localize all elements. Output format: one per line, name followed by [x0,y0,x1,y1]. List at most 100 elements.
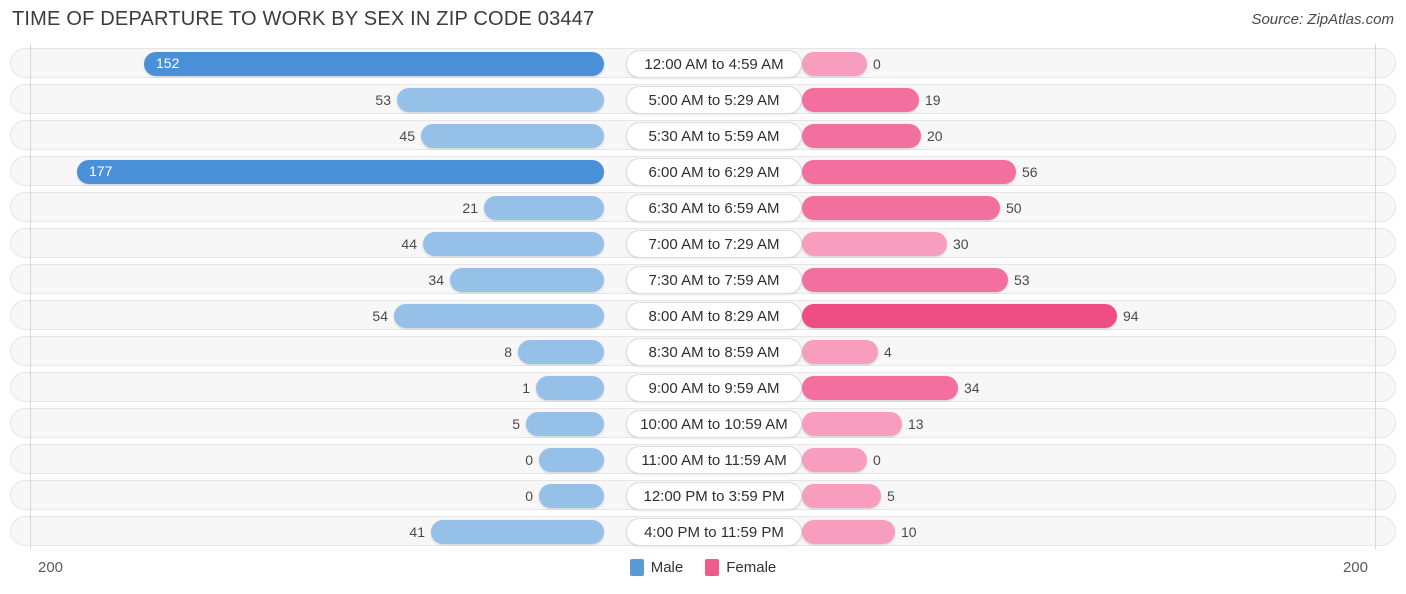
category-label: 5:00 AM to 5:29 AM [648,91,780,109]
male-bar[interactable] [423,232,604,256]
axis-line-left [30,44,31,549]
male-bar[interactable] [431,520,604,544]
chart-row: 152 0 12:00 AM to 4:59 AM [10,48,1396,78]
male-value-label: 44 [401,236,417,252]
category-label: 7:30 AM to 7:59 AM [648,271,780,289]
male-bar-group: 34 [428,268,604,292]
male-bar[interactable] [397,88,604,112]
category-label: 6:30 AM to 6:59 AM [648,199,780,217]
chart-legend: Male Female [0,559,1406,576]
male-bar[interactable] [536,376,604,400]
male-value-label: 5 [512,416,520,432]
male-bar[interactable] [394,304,604,328]
female-bar[interactable] [802,412,902,436]
male-bar[interactable]: 177 [77,160,604,184]
female-bar[interactable] [802,88,919,112]
female-bar-group: 56 [802,160,1038,184]
chart-footer: 200 200 Male Female [0,549,1406,594]
chart-row: 5 13 10:00 AM to 10:59 AM [10,408,1396,438]
female-bar-group: 0 [802,448,881,472]
male-value-label: 177 [89,163,113,179]
category-label: 5:30 AM to 5:59 AM [648,127,780,145]
legend-item[interactable]: Female [705,559,776,576]
legend-swatch-icon [629,559,644,576]
male-bar-group: 5 [512,412,604,436]
female-bar[interactable] [802,520,895,544]
male-value-holder: 53 [337,88,397,112]
female-bar-group: 50 [802,196,1022,220]
male-bar[interactable] [484,196,604,220]
male-value-holder: 44 [363,232,423,256]
plot-area: 152 0 12:00 AM to 4:59 AM 53 19 5:00 AM to 5:… [0,44,1406,549]
female-value-holder: 10 [895,520,955,544]
category-label-pill: 4:00 PM to 11:59 PM [626,518,802,546]
legend-item[interactable]: Male [629,559,684,576]
legend-label: Male [650,559,684,576]
chart-row: 8 4 8:30 AM to 8:59 AM [10,336,1396,366]
chart-header: TIME OF DEPARTURE TO WORK BY SEX IN ZIP … [0,0,1406,44]
female-bar[interactable] [802,376,958,400]
female-bar-group: 20 [802,124,943,148]
male-value-holder: 1 [476,376,536,400]
male-bar-group: 54 [372,304,604,328]
female-value-label: 30 [953,236,969,252]
male-bar-group: 44 [401,232,604,256]
female-bar[interactable] [802,268,1008,292]
male-bar-group: 0 [525,484,604,508]
chart-row: 177 56 6:00 AM to 6:29 AM [10,156,1396,186]
male-bar[interactable] [450,268,604,292]
male-value-holder: 41 [371,520,431,544]
male-bar[interactable] [421,124,604,148]
female-value-label: 0 [873,56,881,72]
male-bar[interactable] [518,340,604,364]
female-bar[interactable] [802,124,921,148]
category-label-pill: 10:00 AM to 10:59 AM [626,410,802,438]
female-value-label: 5 [887,488,895,504]
female-value-holder: 20 [921,124,981,148]
male-bar[interactable]: 152 [144,52,604,76]
male-bar-group: 8 [504,340,604,364]
female-value-holder: 4 [878,340,938,364]
chart-row: 0 0 11:00 AM to 11:59 AM [10,444,1396,474]
female-bar[interactable] [802,304,1117,328]
female-value-holder: 13 [902,412,962,436]
male-value-holder: 8 [458,340,518,364]
male-bar-group: 21 [462,196,604,220]
female-bar-group: 34 [802,376,980,400]
male-bar[interactable] [539,448,604,472]
male-value-holder: 5 [466,412,526,436]
male-value-label: 45 [399,128,415,144]
female-bar-group: 4 [802,340,892,364]
female-bar[interactable] [802,232,947,256]
chart-row: 21 50 6:30 AM to 6:59 AM [10,192,1396,222]
category-label: 8:30 AM to 8:59 AM [648,343,780,361]
chart-root: TIME OF DEPARTURE TO WORK BY SEX IN ZIP … [0,0,1406,594]
male-bar[interactable] [539,484,604,508]
category-label-pill: 5:30 AM to 5:59 AM [626,122,802,150]
category-label-pill: 11:00 AM to 11:59 AM [626,446,802,474]
female-value-label: 19 [925,92,941,108]
female-value-label: 0 [873,452,881,468]
category-label: 4:00 PM to 11:59 PM [644,523,784,541]
chart-row: 54 94 8:00 AM to 8:29 AM [10,300,1396,330]
female-bar[interactable] [802,484,881,508]
female-value-label: 13 [908,416,924,432]
chart-row: 45 20 5:30 AM to 5:59 AM [10,120,1396,150]
female-bar[interactable] [802,52,867,76]
female-bar-group: 13 [802,412,924,436]
female-bar[interactable] [802,340,878,364]
female-bar[interactable] [802,448,867,472]
female-value-holder: 94 [1117,304,1177,328]
male-bar[interactable] [526,412,604,436]
female-bar[interactable] [802,196,1000,220]
male-bar-group: 0 [525,448,604,472]
male-value-holder: 21 [424,196,484,220]
female-bar[interactable] [802,160,1016,184]
male-value-holder: 54 [334,304,394,328]
legend-swatch-icon [705,559,720,576]
male-bar-group: 1 [522,376,604,400]
male-value-holder: 45 [361,124,421,148]
male-value-label: 0 [525,488,533,504]
male-bar-group: 152 [144,52,604,76]
male-value-holder: 34 [390,268,450,292]
